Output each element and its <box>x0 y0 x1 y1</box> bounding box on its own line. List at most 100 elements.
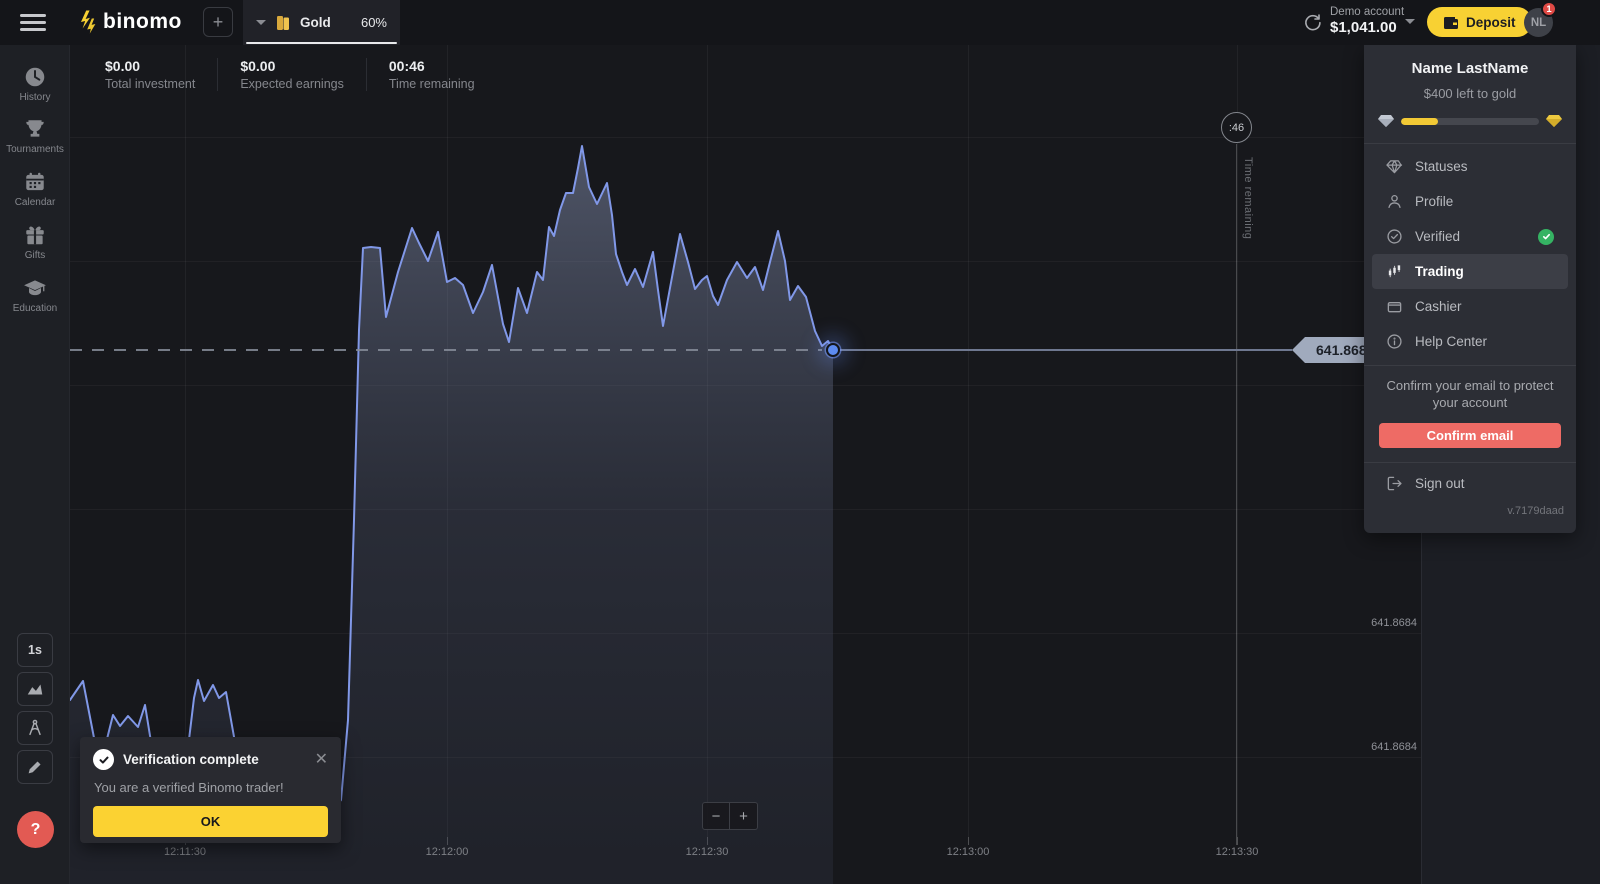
sign-out-button[interactable]: Sign out <box>1364 463 1576 505</box>
stat-value: $0.00 <box>240 58 344 74</box>
gold-asset-icon <box>274 14 292 32</box>
deposit-button[interactable]: Deposit <box>1427 7 1532 37</box>
menu-item-help-center[interactable]: Help Center <box>1364 324 1576 359</box>
x-gridline <box>968 45 969 845</box>
indicators-button[interactable] <box>17 711 53 745</box>
confirm-email-text: Confirm your email to protect your accou… <box>1379 378 1561 412</box>
menu-item-verified[interactable]: Verified <box>1364 219 1576 254</box>
binomo-bolt-icon <box>78 9 96 35</box>
app-version: v.7179daad <box>1364 505 1576 517</box>
avatar-initials: NL <box>1531 17 1546 29</box>
refresh-icon[interactable] <box>1303 13 1322 37</box>
menu-item-label: Trading <box>1415 264 1464 279</box>
toast-title: Verification complete <box>123 752 306 767</box>
verification-toast: Verification complete ✕ You are a verifi… <box>80 737 341 843</box>
toast-message: You are a verified Binomo trader! <box>94 780 328 795</box>
sign-out-icon <box>1386 475 1403 492</box>
calendar-icon <box>23 170 47 194</box>
notification-count-badge: 1 <box>1541 1 1557 17</box>
menu-item-label: Verified <box>1415 229 1460 244</box>
zoom-out-button[interactable]: − <box>702 802 730 830</box>
info-circle-icon <box>1386 333 1403 350</box>
sidebar-item-tournaments[interactable]: Tournaments <box>0 117 70 155</box>
current-price-solid-line <box>833 349 1292 351</box>
stat-time-remaining: 00:46 Time remaining <box>389 58 497 91</box>
menu-item-profile[interactable]: Profile <box>1364 184 1576 219</box>
close-icon[interactable]: ✕ <box>315 752 328 768</box>
gold-gem-icon <box>1546 114 1562 128</box>
status-progress-text: $400 left to gold <box>1364 86 1576 101</box>
menu-hamburger-icon[interactable] <box>20 14 46 31</box>
x-tick-mark <box>968 837 969 845</box>
menu-item-cashier[interactable]: Cashier <box>1364 289 1576 324</box>
x-tick-mark <box>1237 837 1238 845</box>
add-asset-tab-button[interactable]: + <box>203 7 233 37</box>
timeframe-button[interactable]: 1s <box>17 633 53 667</box>
trophy-icon <box>23 117 47 141</box>
help-label: ? <box>31 821 41 839</box>
menu-item-label: Profile <box>1415 194 1453 209</box>
y-gridline <box>70 509 1421 510</box>
help-button[interactable]: ? <box>17 811 54 848</box>
menu-item-trading[interactable]: Trading <box>1372 254 1568 289</box>
top-bar: binomo + Gold 60% Demo account $1,041.00… <box>0 0 1600 45</box>
sidebar-item-education[interactable]: Education <box>0 276 70 314</box>
stat-expected-earnings: $0.00 Expected earnings <box>240 58 367 91</box>
wallet-icon <box>1443 16 1458 29</box>
sidebar-item-label: History <box>19 92 50 103</box>
zoom-in-button[interactable]: + <box>730 802 758 830</box>
verified-check-icon <box>1538 229 1554 245</box>
x-gridline <box>707 45 708 845</box>
account-chevron-down-icon[interactable] <box>1405 19 1415 24</box>
sidebar-item-label: Education <box>13 303 57 314</box>
sidebar-item-label: Calendar <box>15 197 56 208</box>
x-tick-label: 12:12:30 <box>686 846 729 858</box>
account-switcher[interactable]: Demo account $1,041.00 <box>1330 6 1404 36</box>
chevron-down-icon[interactable] <box>256 20 266 25</box>
candlestick-chart-icon <box>1386 263 1403 280</box>
sidebar-item-history[interactable]: History <box>0 65 70 103</box>
current-price-marker <box>826 343 840 357</box>
x-gridline <box>447 45 448 845</box>
x-gridline <box>185 45 186 845</box>
menu-item-statuses[interactable]: Statuses <box>1364 149 1576 184</box>
y-gridline <box>70 633 1421 634</box>
toast-ok-button[interactable]: OK <box>93 806 328 837</box>
time-remaining-line <box>1236 144 1237 845</box>
drawing-button[interactable] <box>17 750 53 784</box>
education-cap-icon <box>23 276 47 300</box>
asset-tab-payout: 60% <box>361 15 387 30</box>
binomo-logo[interactable]: binomo <box>78 9 182 35</box>
stat-label: Total investment <box>105 77 195 91</box>
y-tick-label: 641.8684 <box>1317 617 1417 629</box>
sidebar-item-calendar[interactable]: Calendar <box>0 170 70 208</box>
pencil-icon <box>25 757 45 777</box>
sidebar-item-gifts[interactable]: Gifts <box>0 223 70 261</box>
deposit-label: Deposit <box>1466 15 1516 30</box>
y-tick-label: 641.8684 <box>1317 741 1417 753</box>
x-tick-label: 12:11:30 <box>164 846 206 858</box>
chart-type-button[interactable] <box>17 672 53 706</box>
confirm-email-button[interactable]: Confirm email <box>1379 423 1561 448</box>
check-circle-icon <box>1386 228 1403 245</box>
sidebar-item-label: Gifts <box>25 250 46 261</box>
app-window: 12:11:3012:12:0012:12:3012:13:0012:13:30… <box>0 0 1600 884</box>
sidebar-item-label: Tournaments <box>6 144 64 155</box>
confirm-email-block: Confirm your email to protect your accou… <box>1364 366 1576 462</box>
stat-total-investment: $0.00 Total investment <box>105 58 218 91</box>
progress-fill <box>1401 118 1438 125</box>
y-gridline <box>70 261 1421 262</box>
check-icon <box>93 749 114 770</box>
gift-icon <box>23 223 47 247</box>
account-type: Demo account <box>1330 6 1404 18</box>
x-gridline <box>1237 45 1238 845</box>
chart-zoom-controls: − + <box>702 802 758 830</box>
asset-tab-name: Gold <box>300 15 331 30</box>
x-tick-label: 12:13:00 <box>947 846 990 858</box>
stat-label: Expected earnings <box>240 77 344 91</box>
time-remaining-badge-text: :46 <box>1229 122 1244 134</box>
current-price-value: 641.868 <box>1316 342 1367 358</box>
time-remaining-axis-label: Time remaining <box>1242 157 1254 239</box>
user-menu-panel: Name LastName $400 left to gold Statuses… <box>1364 45 1576 533</box>
asset-tab-gold[interactable]: Gold 60% <box>243 0 400 45</box>
